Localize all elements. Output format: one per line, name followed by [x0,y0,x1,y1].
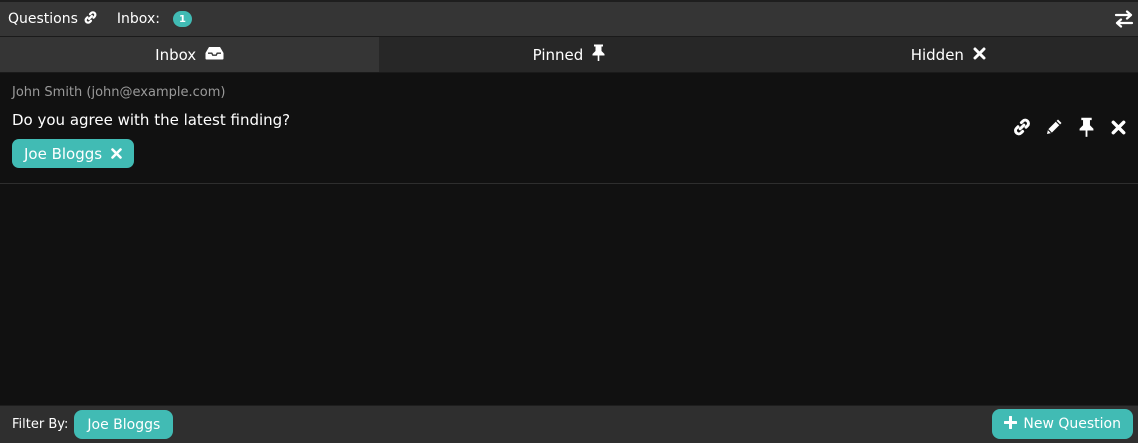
link-icon[interactable] [83,10,98,29]
tab-hidden-label: Hidden [910,45,964,64]
question-author: John Smith (john@example.com) [12,85,226,100]
question-actions [1012,117,1128,137]
inbox-icon [205,46,224,64]
tab-pinned[interactable]: Pinned [379,37,758,72]
plus-icon [1003,415,1018,433]
panel-title: Questions [8,11,78,27]
tab-inbox-label: Inbox [155,45,197,64]
close-icon[interactable] [1108,117,1128,137]
inbox-count-badge: 1 [172,11,192,27]
assignee-name: Joe Bloggs [24,144,103,163]
pin-icon[interactable] [1076,117,1096,137]
inbox-counter: Inbox: 1 [117,11,192,27]
pin-icon [592,44,605,65]
panel-title-group[interactable]: Questions [8,10,98,29]
filter-chip[interactable]: Joe Bloggs [74,410,174,439]
filter-label: Filter By: [12,417,69,432]
assignee-chip: Joe Bloggs [12,139,135,168]
tab-bar: Inbox Pinned Hidden [0,37,1138,73]
inbox-label: Inbox: [116,11,160,27]
new-question-label: New Question [1023,416,1121,432]
question-item[interactable]: John Smith (john@example.com) Do you agr… [0,73,1138,184]
tab-pinned-label: Pinned [532,45,584,64]
top-bar: Questions Inbox: 1 [0,0,1138,37]
link-icon[interactable] [1012,117,1032,137]
swap-icon[interactable] [1114,10,1134,28]
edit-icon[interactable] [1044,117,1064,137]
tab-inbox[interactable]: Inbox [0,37,380,72]
question-text: Do you agree with the latest finding? [12,111,291,129]
remove-assignee-icon[interactable] [111,145,122,163]
close-icon [973,46,986,64]
footer-bar: Filter By: Joe Bloggs New Question [0,405,1138,443]
new-question-button[interactable]: New Question [992,409,1133,439]
tab-hidden[interactable]: Hidden [759,37,1138,72]
